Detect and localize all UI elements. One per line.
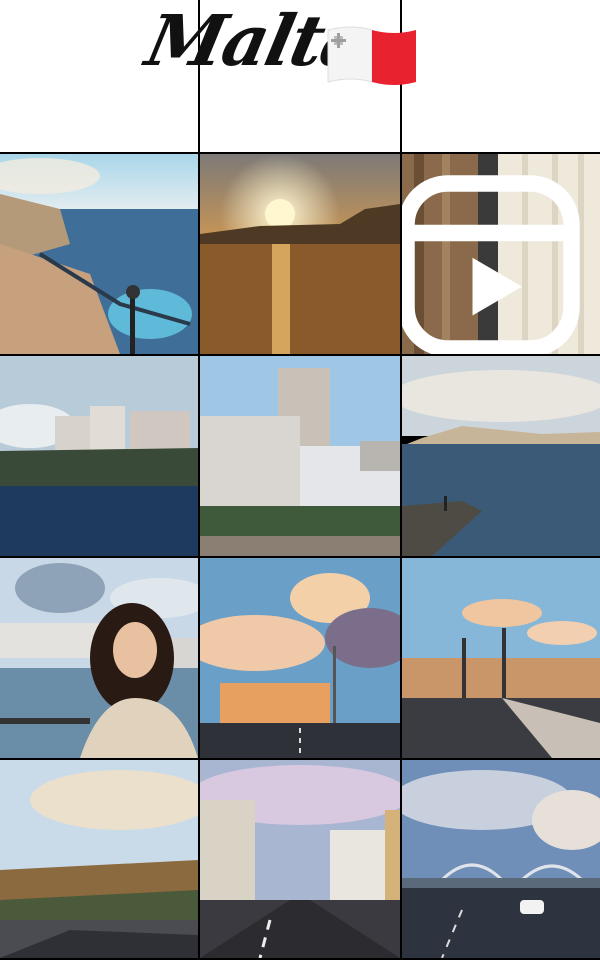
photo-promenade-pool <box>0 154 198 354</box>
photo-highway-bridge <box>402 760 600 958</box>
photo-woman-seafront <box>0 558 198 758</box>
grid-tile-coast-pier[interactable] <box>402 356 600 556</box>
photo-highway-cliffs <box>0 760 198 958</box>
photo-sunset-sea <box>200 154 400 354</box>
photo-coast-pier <box>402 356 600 556</box>
grid-tile-street-lamps[interactable] <box>402 558 600 758</box>
grid-tile-header-right[interactable] <box>402 0 600 152</box>
malta-flag-icon <box>327 26 416 85</box>
reel-icon <box>402 175 580 354</box>
photo-tower-buildings <box>200 356 400 556</box>
grid-tile-street-clouds[interactable] <box>200 558 400 758</box>
grid-tile-city-road[interactable] <box>200 760 400 958</box>
photo-street-clouds <box>200 558 400 758</box>
grid-tile-curtain-window[interactable] <box>402 154 600 354</box>
profile-post-grid: Malta <box>0 0 600 960</box>
photo-street-lamps <box>402 558 600 758</box>
photo-city-road <box>200 760 400 958</box>
grid-tile-promenade-pool[interactable] <box>0 154 198 354</box>
grid-tile-tower-buildings[interactable] <box>200 356 400 556</box>
grid-tile-bay-apartments[interactable] <box>0 356 198 556</box>
photo-bay-apartments <box>0 356 198 556</box>
grid-tile-highway-cliffs[interactable] <box>0 760 198 958</box>
grid-tile-sunset-sea[interactable] <box>200 154 400 354</box>
grid-tile-woman-seafront[interactable] <box>0 558 198 758</box>
grid-tile-highway-bridge[interactable] <box>402 760 600 958</box>
